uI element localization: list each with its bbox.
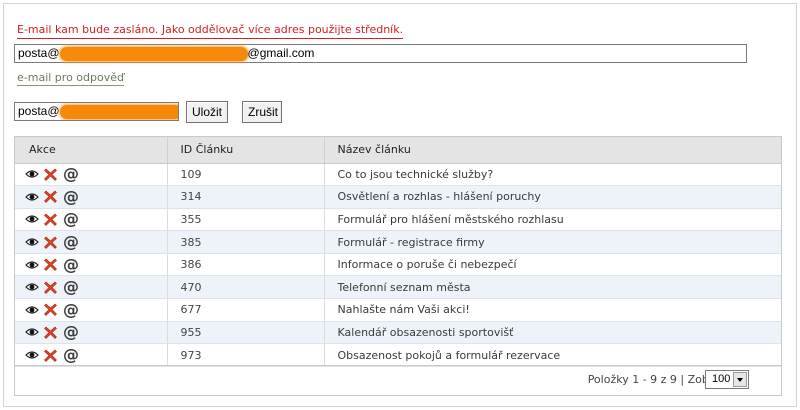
article-title: Nahlašte nám Vaši akci! bbox=[323, 298, 781, 322]
eye-icon[interactable] bbox=[25, 305, 39, 315]
article-id: 314 bbox=[166, 185, 324, 209]
eye-icon[interactable] bbox=[25, 260, 39, 270]
delete-x-icon[interactable] bbox=[43, 257, 58, 272]
recipient-email-input[interactable]: posta@ @gmail.com bbox=[14, 44, 747, 63]
article-title: Obsazenost pokojů a formulář rezervace bbox=[323, 343, 781, 367]
eye-icon[interactable] bbox=[25, 169, 39, 179]
table-row: @385 Formulář - registrace firmy bbox=[15, 230, 781, 254]
delete-x-icon[interactable] bbox=[43, 302, 58, 317]
table-row: @109 Co to jsou technické služby? bbox=[15, 163, 781, 187]
table-row: @314 Osvětlení a rozhlas - hlášení poruch… bbox=[15, 185, 781, 209]
delete-x-icon[interactable] bbox=[43, 167, 58, 182]
eye-icon[interactable] bbox=[25, 214, 39, 224]
eye-icon[interactable] bbox=[25, 350, 39, 360]
row-actions: @ bbox=[15, 163, 167, 187]
eye-icon[interactable] bbox=[25, 192, 39, 202]
email-notice: E-mail kam bude zasláno. Jako oddělovač … bbox=[17, 23, 404, 39]
at-icon[interactable]: @ bbox=[63, 166, 79, 182]
table-row: @973 Obsazenost pokojů a formulář rezerva… bbox=[15, 343, 781, 367]
table-row: @955 Kalendář obsazenosti sportovišť bbox=[15, 321, 781, 345]
delete-x-icon[interactable] bbox=[43, 348, 58, 363]
article-id: 677 bbox=[166, 298, 324, 322]
row-actions: @ bbox=[15, 185, 167, 209]
article-title: Telefonní seznam města bbox=[323, 275, 781, 300]
table-row: @677 Nahlašte nám Vaši akci! bbox=[15, 298, 781, 322]
at-icon[interactable]: @ bbox=[63, 211, 79, 227]
article-id: 386 bbox=[166, 253, 324, 277]
eye-icon[interactable] bbox=[25, 237, 39, 247]
delete-x-icon[interactable] bbox=[43, 280, 58, 295]
page-size-select[interactable]: 100 bbox=[705, 370, 749, 389]
table-row: @470 Telefonní seznam města bbox=[15, 275, 781, 300]
eye-icon[interactable] bbox=[25, 282, 39, 292]
article-id: 955 bbox=[166, 321, 324, 345]
row-actions: @ bbox=[15, 321, 167, 345]
eye-icon[interactable] bbox=[25, 327, 39, 337]
article-title: Co to jsou technické služby? bbox=[323, 163, 781, 187]
redaction-mark bbox=[59, 46, 248, 61]
recipient-email-suffix: @gmail.com bbox=[247, 46, 315, 60]
reply-email-prefix: posta@ bbox=[18, 104, 60, 118]
column-header-id[interactable]: ID Článku bbox=[166, 137, 324, 164]
table-footer: Položky 1 - 9 z 9 | Zobrazit: 100 bbox=[15, 365, 781, 395]
article-title: Kalendář obsazenosti sportovišť bbox=[323, 321, 781, 345]
row-actions: @ bbox=[15, 275, 167, 300]
delete-x-icon[interactable] bbox=[43, 212, 58, 227]
at-icon[interactable]: @ bbox=[63, 234, 79, 250]
delete-x-icon[interactable] bbox=[43, 189, 58, 204]
row-actions: @ bbox=[15, 253, 167, 277]
column-header-actions[interactable]: Akce bbox=[15, 137, 167, 164]
article-title: Informace o poruše či nebezpečí bbox=[323, 253, 781, 277]
redaction-mark bbox=[59, 104, 178, 119]
at-icon[interactable]: @ bbox=[63, 188, 79, 204]
article-title: Formulář - registrace firmy bbox=[323, 230, 781, 254]
article-id: 355 bbox=[166, 208, 324, 232]
article-id: 385 bbox=[166, 230, 324, 254]
table-header-row: Akce ID Článku Název článku bbox=[15, 137, 781, 164]
recipient-email-prefix: posta@ bbox=[18, 46, 60, 60]
delete-x-icon[interactable] bbox=[43, 325, 58, 340]
at-icon[interactable]: @ bbox=[63, 301, 79, 317]
table-row: @386 Informace o poruše či nebezpečí bbox=[15, 253, 781, 277]
at-icon[interactable]: @ bbox=[63, 347, 79, 363]
article-id: 109 bbox=[166, 163, 324, 187]
article-title: Formulář pro hlášení městského rozhlasu bbox=[323, 208, 781, 232]
reply-email-input[interactable]: posta@ bbox=[14, 102, 179, 121]
table-row: @355 Formulář pro hlášení městského rozhl… bbox=[15, 208, 781, 232]
delete-x-icon[interactable] bbox=[43, 235, 58, 250]
at-icon[interactable]: @ bbox=[63, 256, 79, 272]
articles-table: Akce ID Článku Název článku @109 Co to js… bbox=[14, 136, 782, 396]
cancel-button[interactable]: Zrušit bbox=[242, 101, 282, 123]
chevron-down-icon[interactable] bbox=[733, 372, 747, 387]
row-actions: @ bbox=[15, 343, 167, 367]
at-icon[interactable]: @ bbox=[63, 279, 79, 295]
column-header-title[interactable]: Název článku bbox=[323, 137, 781, 164]
row-actions: @ bbox=[15, 208, 167, 232]
reply-email-label[interactable]: e-mail pro odpověď bbox=[17, 71, 124, 86]
article-id: 973 bbox=[166, 343, 324, 367]
save-button[interactable]: Uložit bbox=[186, 101, 228, 123]
article-title: Osvětlení a rozhlas - hlášení poruchy bbox=[323, 185, 781, 209]
row-actions: @ bbox=[15, 230, 167, 254]
at-icon[interactable]: @ bbox=[63, 324, 79, 340]
article-id: 470 bbox=[166, 275, 324, 300]
page-size-value: 100 bbox=[712, 373, 731, 385]
row-actions: @ bbox=[15, 298, 167, 322]
